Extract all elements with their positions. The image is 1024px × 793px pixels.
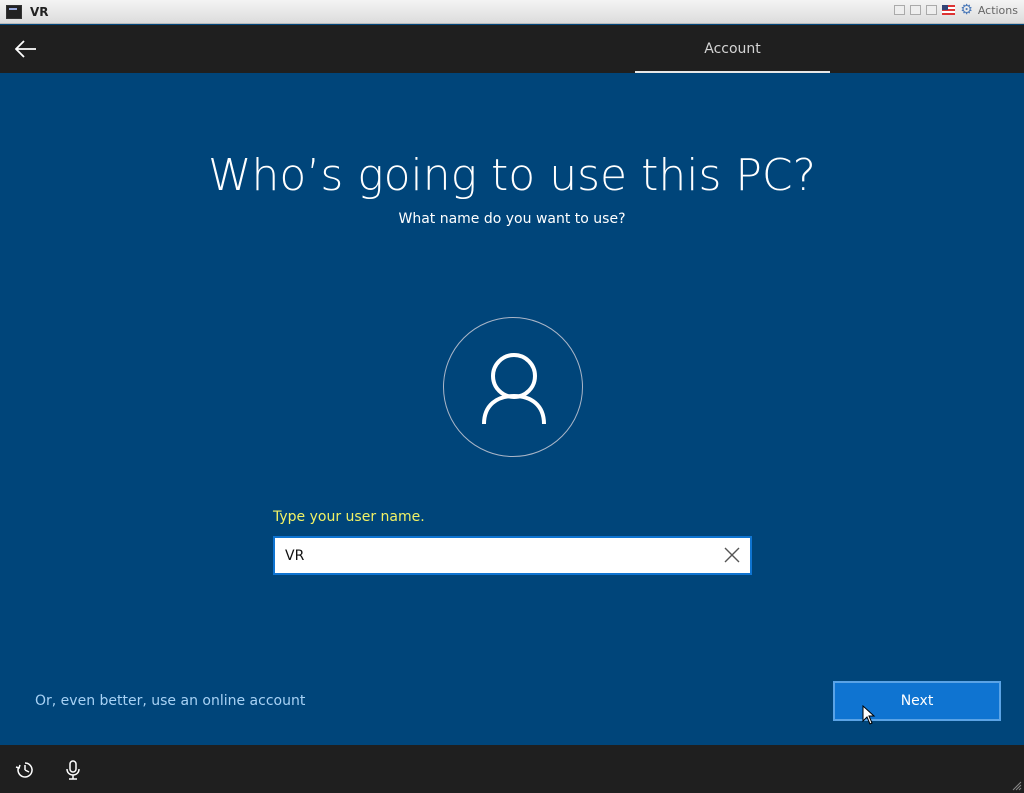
oobe-bottom-bar xyxy=(0,745,1024,793)
tab-active-indicator xyxy=(635,71,830,73)
username-field[interactable] xyxy=(273,536,752,575)
resize-grip-icon[interactable] xyxy=(1012,781,1022,791)
username-input[interactable] xyxy=(285,538,705,573)
page-title: Who’s going to use this PC? xyxy=(208,150,816,201)
ease-of-access-icon xyxy=(15,762,33,778)
tab-account: Account xyxy=(635,25,830,73)
back-arrow-icon xyxy=(15,40,36,58)
ease-of-access-button[interactable] xyxy=(14,759,36,781)
user-icon xyxy=(482,353,546,425)
page-subtitle: What name do you want to use? xyxy=(398,211,626,227)
keyboard-language-flag-icon[interactable] xyxy=(942,5,956,15)
vm-controls: ⚙ Actions xyxy=(894,3,1018,17)
online-account-link[interactable]: Or, even better, use an online account xyxy=(35,693,305,709)
next-button[interactable]: Next xyxy=(833,681,1001,721)
clear-button[interactable] xyxy=(722,545,742,565)
vm-app-icon xyxy=(6,4,22,19)
back-button[interactable] xyxy=(10,33,42,65)
tab-account-label: Account xyxy=(704,41,761,57)
gear-icon[interactable]: ⚙ xyxy=(960,3,973,17)
vm-restore-icon[interactable] xyxy=(910,5,922,15)
avatar xyxy=(443,317,583,457)
vm-minimize-icon[interactable] xyxy=(894,5,906,15)
close-icon xyxy=(724,547,740,563)
vm-window-titlebar: VR ⚙ Actions xyxy=(0,0,1024,24)
vm-window-title: VR xyxy=(30,4,49,19)
microphone-button[interactable] xyxy=(62,759,84,781)
vm-actions-menu[interactable]: Actions xyxy=(978,4,1018,17)
vm-fullscreen-icon[interactable] xyxy=(926,5,938,15)
oobe-top-bar: Account xyxy=(0,25,1024,73)
microphone-icon xyxy=(66,760,80,780)
username-field-label: Type your user name. xyxy=(273,509,425,525)
